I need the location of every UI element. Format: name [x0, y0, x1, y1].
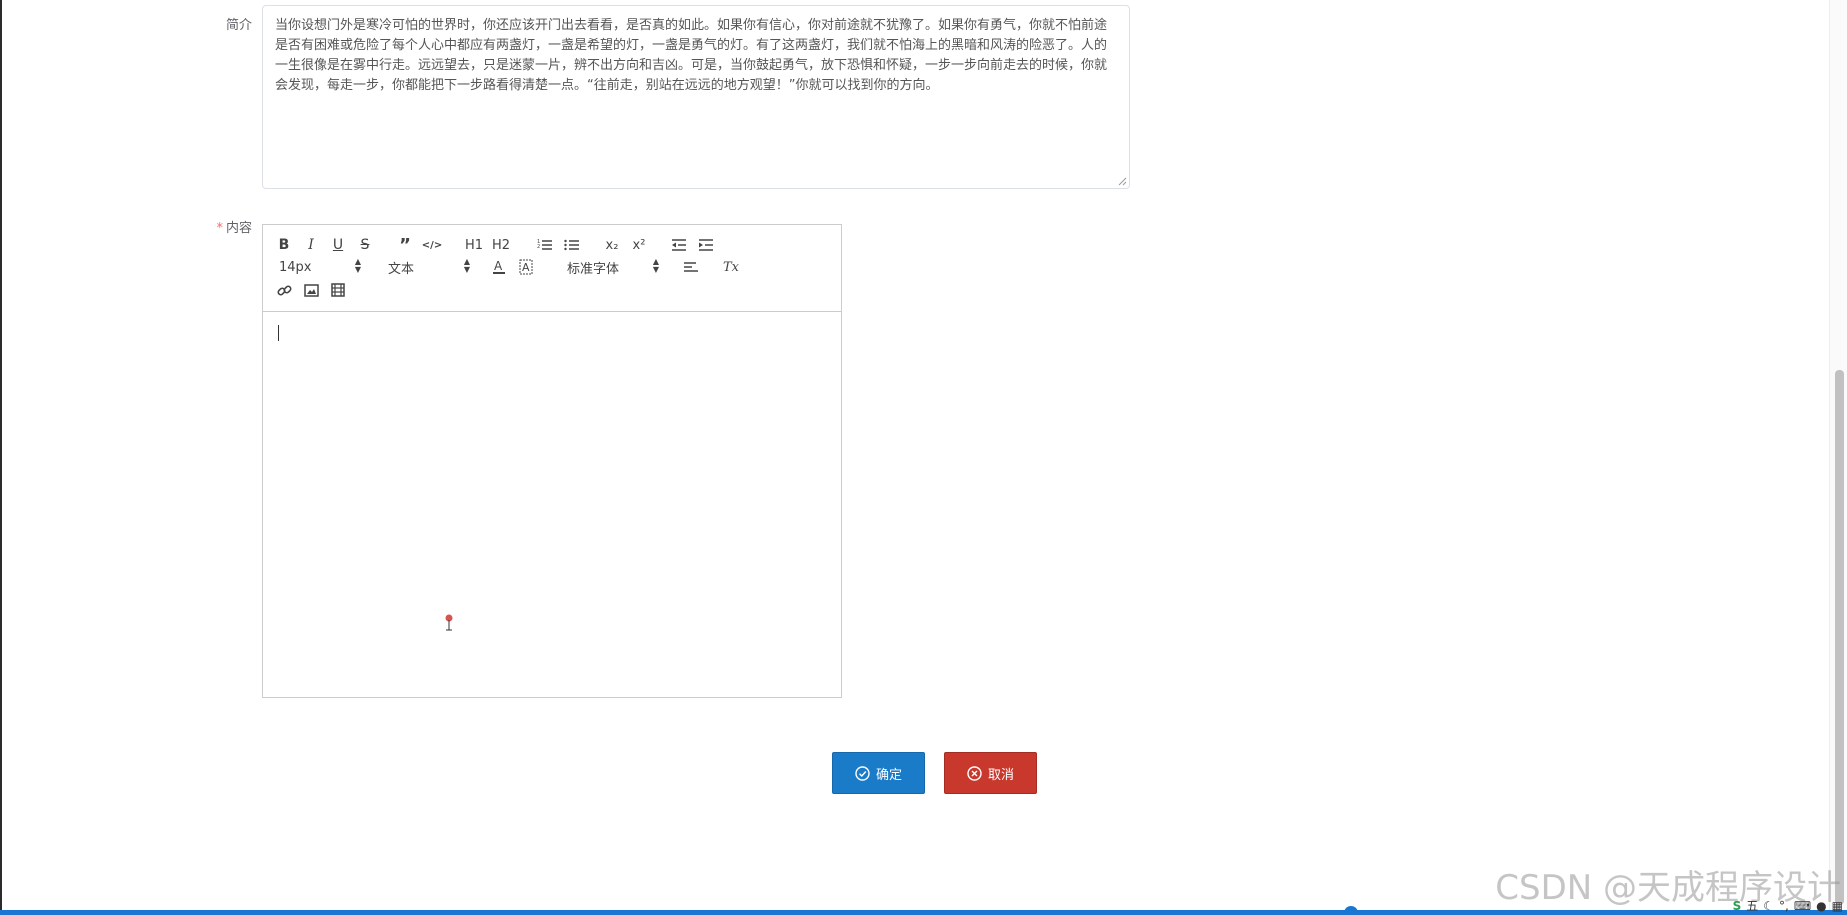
link-button[interactable] — [273, 279, 295, 301]
scrollbar-thumb[interactable] — [1835, 370, 1844, 905]
underline-icon: U — [332, 237, 344, 253]
text-color-button[interactable]: A — [488, 256, 510, 278]
taskbar-strip — [0, 910, 1847, 915]
background-color-button[interactable]: A — [515, 256, 537, 278]
h1-button[interactable]: H1 — [463, 234, 485, 256]
link-icon — [276, 284, 292, 296]
rich-text-editor: B I U S ” </> H1 H2 1 2 x₂ x² 14px ▲ ▼ 文… — [262, 224, 842, 698]
bullet-list-button[interactable] — [561, 234, 583, 256]
confirm-label: 确定 — [875, 767, 902, 783]
blockquote-button[interactable]: ” — [394, 234, 416, 256]
indent-icon — [699, 239, 713, 251]
keyboard-icon[interactable]: ⌨ — [1794, 899, 1811, 913]
text-cursor-icon — [445, 614, 453, 631]
underline-button[interactable]: U — [327, 234, 349, 256]
content-label-text: 内容 — [225, 221, 252, 236]
background-color-icon: A — [519, 259, 533, 275]
italic-button[interactable]: I — [300, 234, 322, 256]
superscript-button[interactable]: x² — [628, 234, 650, 256]
h1-icon: H1 — [464, 237, 484, 253]
strike-icon: S — [360, 237, 370, 253]
indent-button[interactable] — [695, 234, 717, 256]
cancel-label: 取消 — [987, 767, 1014, 783]
align-left-icon — [684, 262, 698, 272]
bullet-list-icon — [564, 239, 579, 251]
strike-button[interactable]: S — [354, 234, 376, 256]
editor-toolbar: B I U S ” </> H1 H2 1 2 x₂ x² 14px ▲ ▼ 文… — [263, 225, 841, 312]
select-arrows-icon: ▲ ▼ — [652, 257, 659, 274]
quote-icon: ” — [399, 234, 411, 256]
resize-grip-icon[interactable] — [1118, 177, 1127, 186]
outdent-icon — [672, 239, 686, 251]
editor-content-area[interactable] — [263, 312, 841, 697]
align-button[interactable] — [680, 256, 702, 278]
superscript-icon: x² — [632, 237, 646, 253]
intro-label-text: 简介 — [225, 18, 252, 33]
italic-icon: I — [308, 237, 314, 253]
ordered-list-button[interactable]: 1 2 — [534, 234, 556, 256]
user-icon[interactable]: ● — [1816, 899, 1826, 913]
sogou-ime-icon[interactable]: S — [1733, 899, 1742, 913]
close-circle-icon — [967, 765, 982, 781]
text-caret — [278, 325, 279, 341]
clear-format-button[interactable]: Tx — [720, 256, 742, 278]
ime-mode-label[interactable]: 五 — [1746, 897, 1758, 914]
video-icon — [331, 283, 345, 297]
header-select-value: 文本 — [388, 261, 415, 277]
code-block-button[interactable]: </> — [421, 234, 443, 256]
confirm-button[interactable]: 确定 — [832, 752, 925, 794]
select-arrows-icon: ▲ ▼ — [463, 257, 470, 274]
svg-text:A: A — [522, 261, 530, 274]
content-label: * 内容 — [192, 217, 252, 236]
svg-text:A: A — [494, 259, 503, 273]
video-button[interactable] — [327, 279, 349, 301]
h2-icon: H2 — [491, 237, 511, 253]
image-icon — [303, 283, 319, 297]
svg-text:2: 2 — [537, 244, 540, 250]
code-icon: </> — [421, 239, 443, 251]
grid-icon[interactable]: ▦ — [1832, 899, 1843, 913]
h2-button[interactable]: H2 — [490, 234, 512, 256]
intro-label: 简介 — [192, 14, 252, 33]
required-mark: * — [216, 221, 223, 236]
cancel-button[interactable]: 取消 — [944, 752, 1037, 794]
subscript-button[interactable]: x₂ — [601, 234, 623, 256]
moon-icon[interactable]: ☾ — [1763, 899, 1774, 913]
window-left-edge — [0, 0, 2, 910]
font-family-select[interactable]: 标准字体 ▲ ▼ — [567, 257, 659, 277]
bold-icon: B — [278, 237, 290, 253]
outdent-button[interactable] — [668, 234, 690, 256]
font-size-value: 14px — [279, 259, 312, 275]
text-color-icon: A — [493, 259, 505, 274]
font-family-value: 标准字体 — [567, 261, 620, 277]
clear-format-icon: Tx — [722, 259, 739, 275]
intro-textarea[interactable]: 当你设想门外是寒冷可怕的世界时，你还应该开门出去看看，是否真的如此。如果你有信心… — [262, 5, 1130, 189]
image-button[interactable] — [300, 279, 322, 301]
page-scrollbar[interactable] — [1829, 0, 1847, 910]
taskbar-indicator — [1344, 906, 1358, 915]
check-circle-icon — [855, 765, 870, 781]
font-size-select[interactable]: 14px ▲ ▼ — [279, 257, 361, 277]
header-select[interactable]: 文本 ▲ ▼ — [388, 257, 470, 277]
ordered-list-icon: 1 2 — [537, 239, 552, 250]
intro-text: 当你设想门外是寒冷可怕的世界时，你还应该开门出去看看，是否真的如此。如果你有信心… — [275, 18, 1108, 93]
subscript-icon: x₂ — [605, 237, 619, 253]
bold-button[interactable]: B — [273, 234, 295, 256]
punctuation-icon[interactable]: °, — [1779, 899, 1789, 913]
select-arrows-icon: ▲ ▼ — [354, 257, 361, 274]
system-tray: S 五 ☾ °, ⌨ ● ▦ — [1733, 896, 1847, 915]
